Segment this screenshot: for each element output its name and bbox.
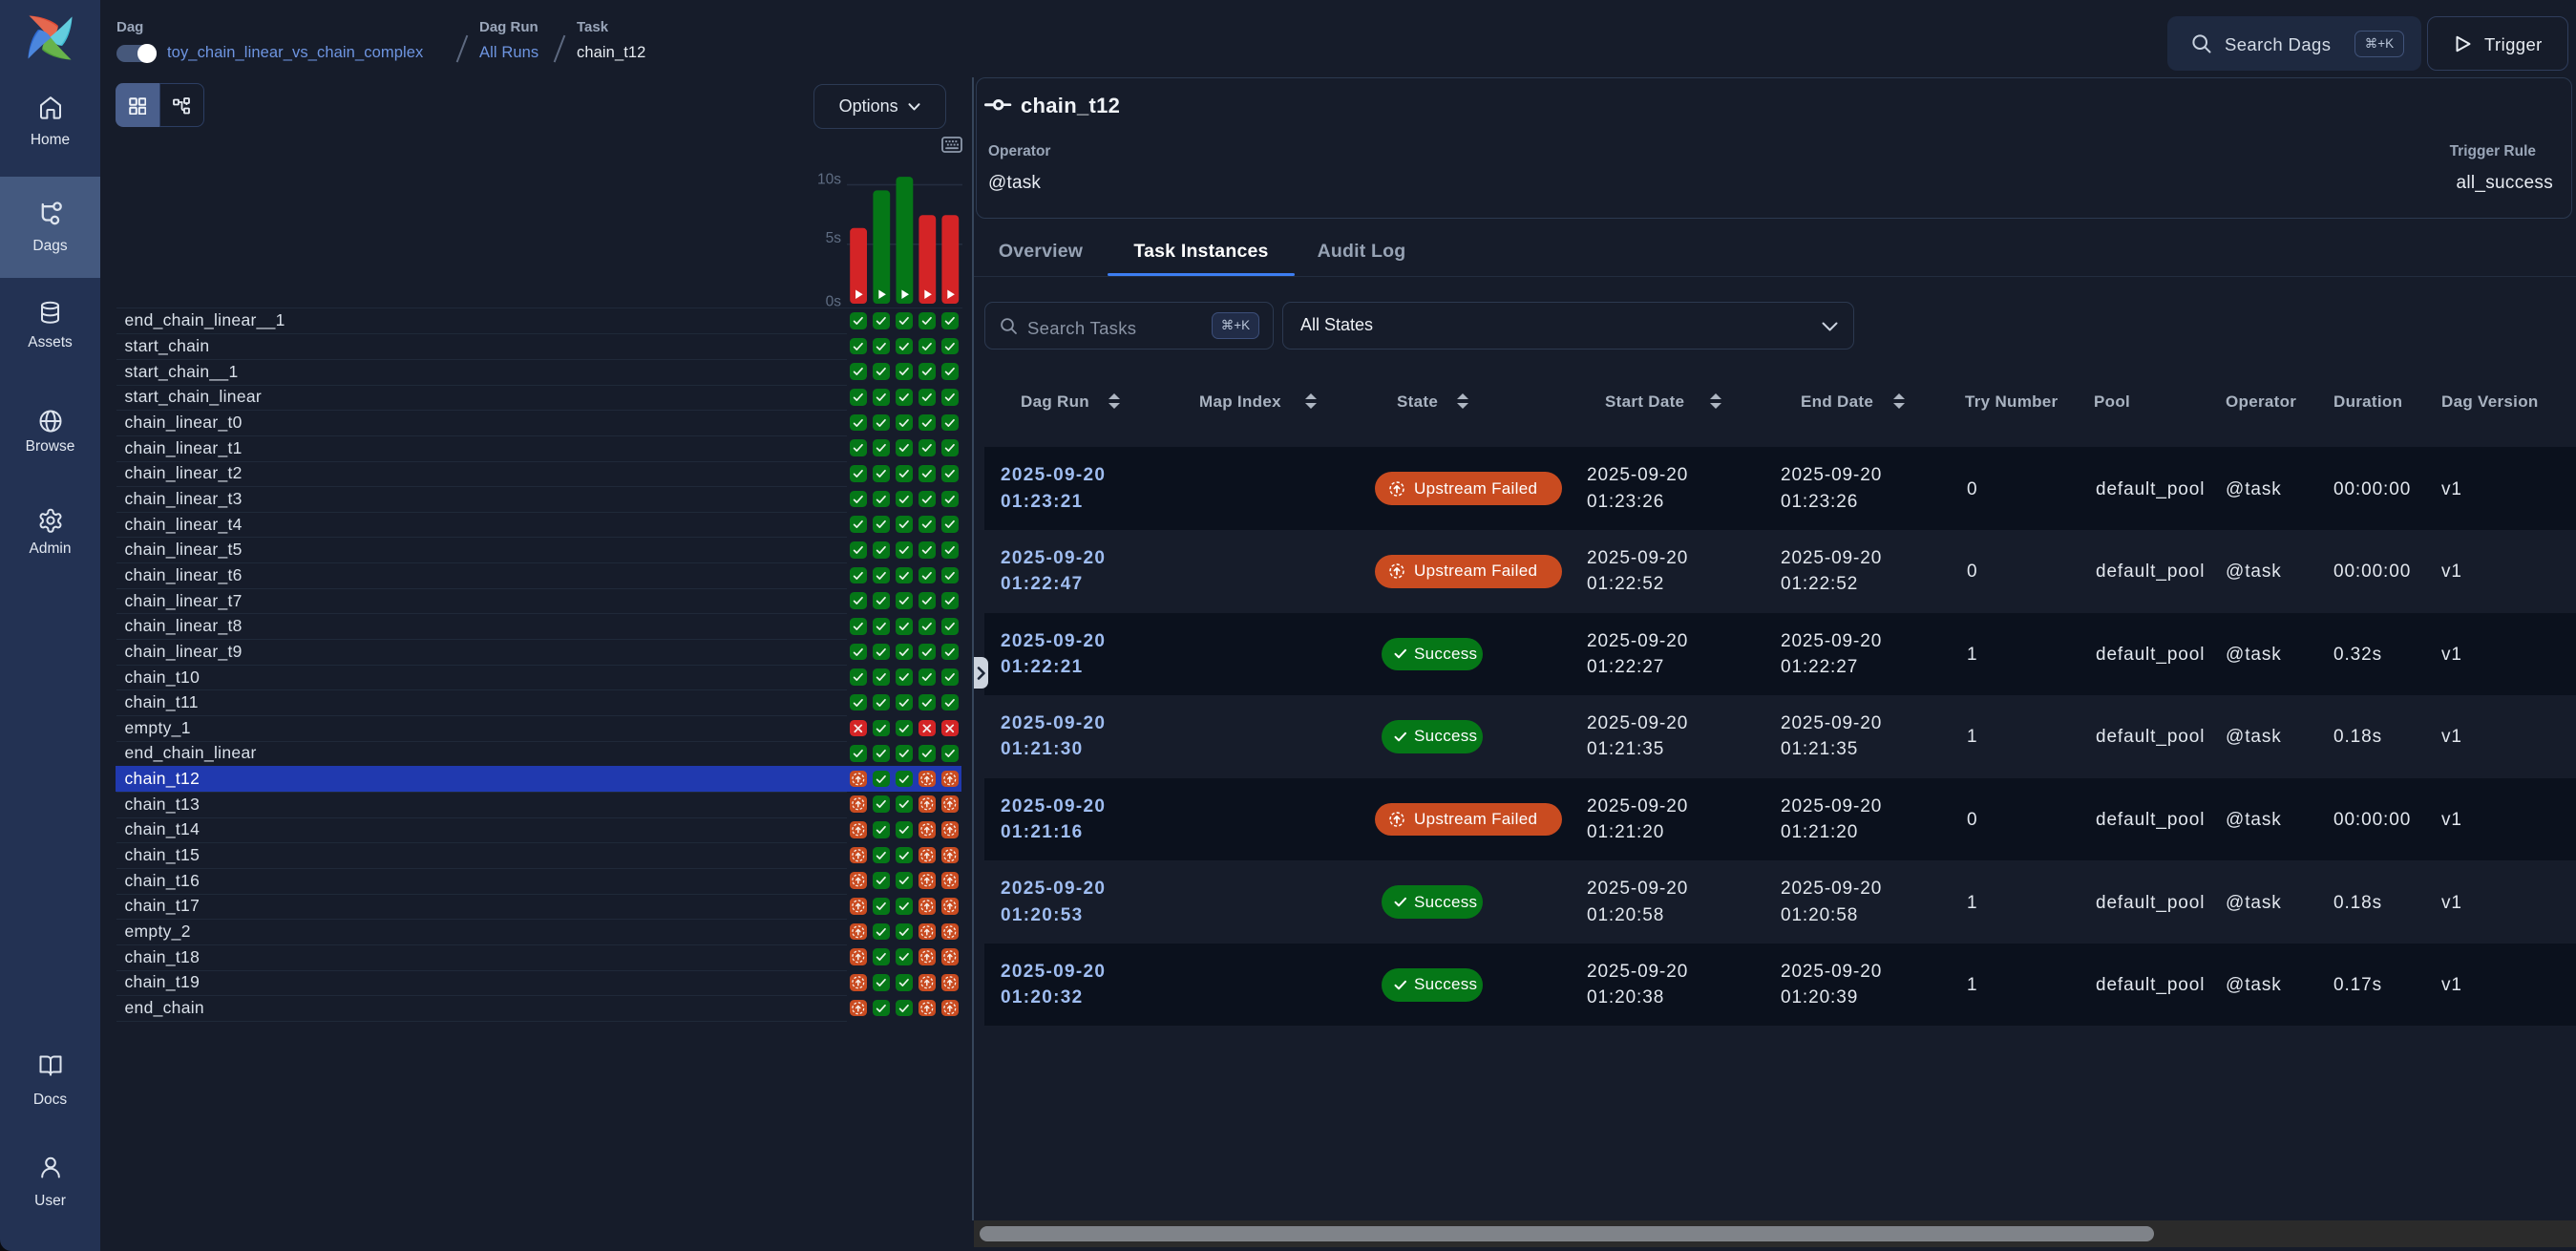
svg-text:5s: 5s — [826, 230, 842, 246]
svg-text:10s: 10s — [817, 172, 841, 188]
svg-text:0s: 0s — [826, 294, 842, 308]
